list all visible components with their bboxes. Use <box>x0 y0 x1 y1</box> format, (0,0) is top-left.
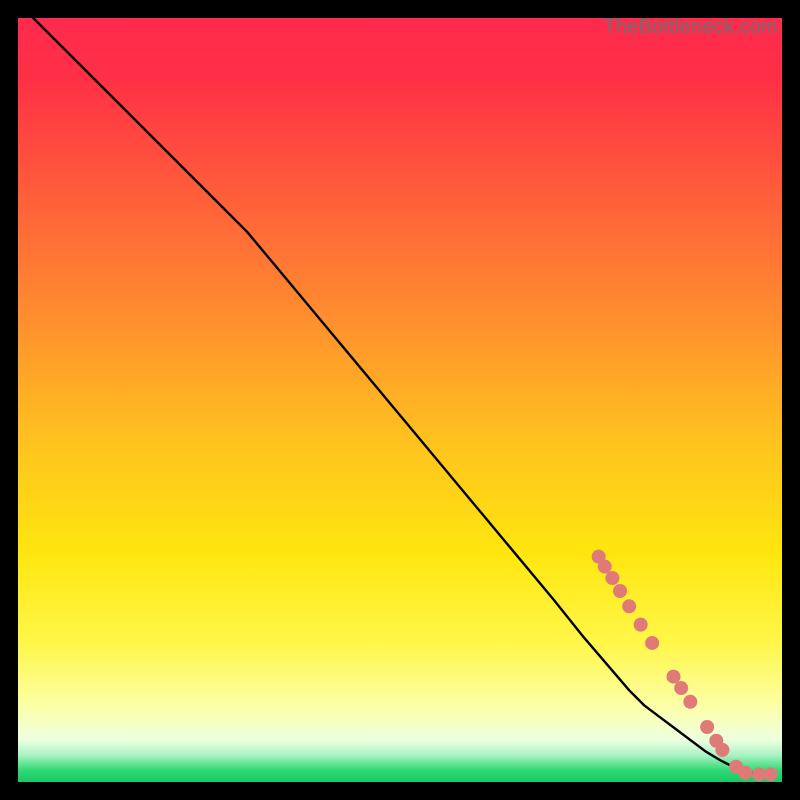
marker-point <box>700 720 714 734</box>
marker-point <box>764 767 778 781</box>
marker-point <box>738 766 752 780</box>
marker-point <box>715 743 729 757</box>
marker-point <box>605 571 619 585</box>
marker-point <box>598 560 612 574</box>
watermark-text: TheBottleneck.com <box>603 16 778 39</box>
marker-point <box>667 670 681 684</box>
chart-plot <box>18 18 782 782</box>
marker-point <box>613 584 627 598</box>
marker-point <box>634 618 648 632</box>
marker-point <box>683 695 697 709</box>
chart-background <box>18 18 782 782</box>
marker-point <box>645 636 659 650</box>
marker-point <box>674 681 688 695</box>
chart-frame: TheBottleneck.com <box>18 18 782 782</box>
marker-point <box>622 599 636 613</box>
